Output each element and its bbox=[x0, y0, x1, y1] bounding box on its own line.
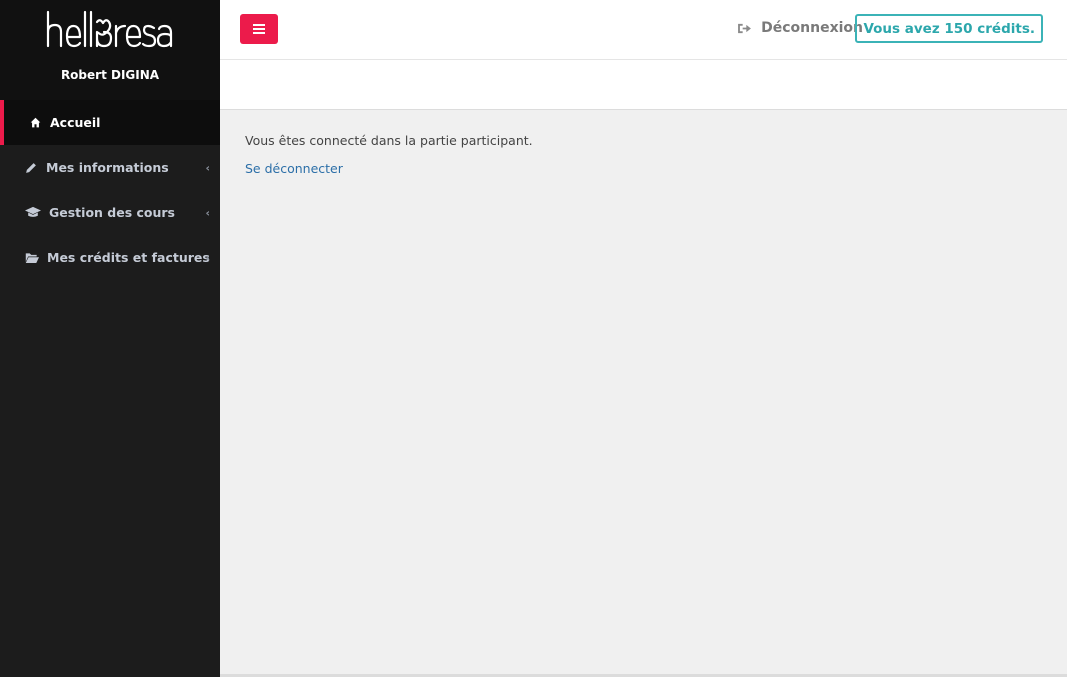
user-name: Robert DIGINA bbox=[60, 68, 160, 82]
sidebar-item-gestion-des-cours[interactable]: Gestion des cours ‹ bbox=[0, 190, 220, 235]
sidebar-header: Robert DIGINA bbox=[0, 0, 220, 100]
graduation-cap-icon bbox=[24, 206, 41, 220]
sidebar-item-label: Accueil bbox=[50, 115, 101, 130]
credits-badge: Vous avez 150 crédits. bbox=[855, 14, 1043, 43]
brand-logo[interactable] bbox=[45, 8, 175, 52]
chevron-left-icon: ‹ bbox=[205, 206, 210, 219]
sidebar-item-label: Mes crédits et factures bbox=[47, 250, 210, 265]
sidebar-item-label: Gestion des cours bbox=[49, 205, 175, 220]
sidebar-item-accueil[interactable]: Accueil bbox=[0, 100, 220, 145]
logout-label: Déconnexion bbox=[761, 20, 863, 36]
hamburger-icon bbox=[253, 24, 265, 34]
sidebar-item-mes-credits-et-factures[interactable]: Mes crédits et factures ‹ bbox=[0, 235, 220, 280]
top-header: Déconnexion Vous avez 150 crédits. bbox=[220, 0, 1067, 60]
main-content: Vous êtes connecté dans la partie partic… bbox=[245, 132, 533, 188]
sidebar-nav: Accueil Mes informations ‹ Gestion des c… bbox=[0, 100, 220, 280]
page-header-band bbox=[220, 60, 1067, 110]
sign-out-icon bbox=[738, 23, 752, 34]
sidebar-item-label: Mes informations bbox=[46, 160, 169, 175]
folder-open-icon bbox=[24, 251, 39, 265]
sidebar-item-mes-informations[interactable]: Mes informations ‹ bbox=[0, 145, 220, 190]
home-icon bbox=[28, 116, 42, 130]
menu-toggle-button[interactable] bbox=[240, 14, 278, 44]
logout-button[interactable]: Déconnexion bbox=[738, 20, 863, 36]
logout-link[interactable]: Se déconnecter bbox=[245, 161, 343, 176]
pencil-icon bbox=[24, 161, 38, 175]
connection-message: Vous êtes connecté dans la partie partic… bbox=[245, 133, 533, 148]
sidebar: Robert DIGINA Accueil Mes informations ‹… bbox=[0, 0, 220, 677]
chevron-left-icon: ‹ bbox=[205, 161, 210, 174]
chevron-left-icon: ‹ bbox=[205, 251, 210, 264]
logo-wordmark bbox=[46, 10, 173, 48]
